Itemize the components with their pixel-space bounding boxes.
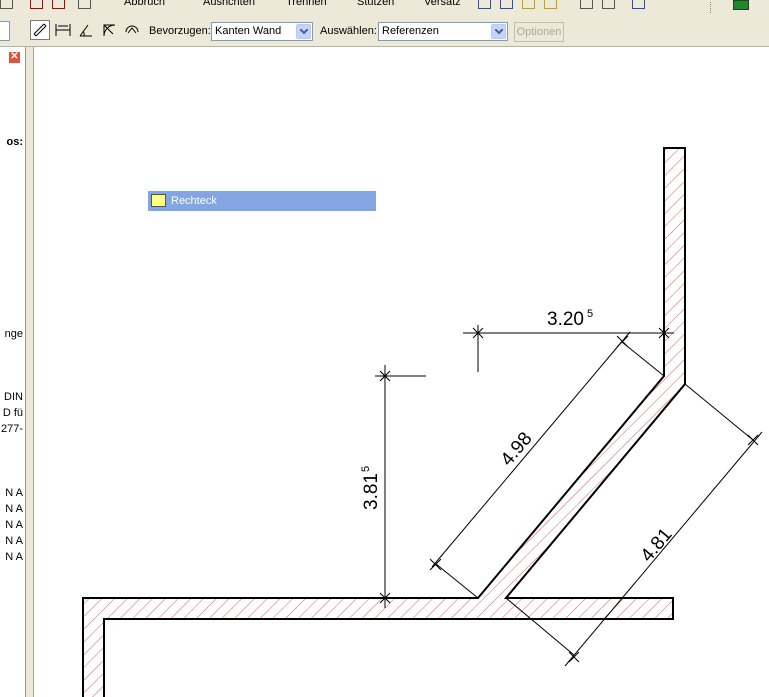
panel-text: nge [4,328,23,340]
wall-hatch [83,148,685,697]
toolbar-icon[interactable] [478,0,491,9]
radial-dimension-icon [103,24,116,37]
toolbar-icon[interactable] [500,0,513,9]
offset-button[interactable]: Versatz [424,0,461,8]
left-edge-field[interactable] [0,21,10,41]
toolbar-icon[interactable] [522,0,535,9]
panel-splitter[interactable] [26,47,34,697]
radial-dimension-button[interactable] [99,20,119,40]
toolbar-icon[interactable] [544,0,557,9]
split-button[interactable]: Trennen [286,0,327,8]
toolbar-icon[interactable] [632,0,645,9]
toolbar-icon[interactable] [52,0,65,9]
dimension-diagonal-inner[interactable] [429,331,665,599]
panel-text: N A [5,519,23,531]
panel-text: N A [5,535,23,547]
panel-text: N A [5,503,23,515]
cancel-button[interactable]: Abbruch [124,0,165,8]
linear-dimension-icon [55,24,71,36]
dimension-diagonal-outer-label: 4.81 [637,524,677,566]
prefer-label: Bevorzugen: [149,25,211,37]
panel-text: D fü [2,407,23,419]
select-dropdown[interactable]: Referenzen [378,22,508,41]
dimension-top[interactable] [463,325,674,372]
dimension-top-sup: 5 [587,308,593,320]
dimension-left-label: 3.81 [361,473,382,510]
angular-dimension-icon [79,24,92,37]
toolbar-icon[interactable] [602,0,615,9]
dimension-left-sup: 5 [360,466,372,472]
dimension-top-label: 3.20 [547,309,584,330]
arc-length-icon [125,25,139,34]
prefer-dropdown-value: Kanten Wand [215,25,282,37]
dimension-left[interactable] [375,365,426,608]
dimension-toolbar: Bevorzugen: Kanten Wand Auswählen: Refer… [0,17,769,47]
select-label: Auswählen: [320,25,377,37]
options-button[interactable]: Optionen [514,22,564,42]
tooltip-text: Rechteck [171,195,217,207]
toolbar-icon[interactable] [78,0,91,9]
close-icon[interactable]: ✕ [8,51,21,64]
drawing-canvas[interactable]: 3.20 5 3.81 5 4.98 4.81 [34,47,769,697]
panel-text: DIN [4,391,23,403]
trim-button[interactable]: Stutzen [357,0,394,8]
toolbar-icon[interactable] [580,0,593,9]
properties-panel: os: nge DIN D fü 277- N A N A N A N A N … [0,47,26,697]
linear-dimension-button[interactable] [53,20,73,40]
color-icon[interactable] [733,0,749,10]
toolbar-icon[interactable] [0,0,13,9]
rectangle-icon [151,194,166,207]
chevron-down-icon[interactable] [296,24,311,39]
toolbar-icon[interactable] [30,0,43,9]
chevron-down-icon[interactable] [491,24,506,39]
panel-text: N A [5,487,23,499]
arc-length-button[interactable] [122,20,142,40]
aligned-dimension-button[interactable] [30,20,50,40]
align-button[interactable]: Ausrichten [203,0,255,8]
prefer-dropdown[interactable]: Kanten Wand [211,22,313,41]
angular-dimension-button[interactable] [76,20,96,40]
drawing-svg: 3.20 5 3.81 5 4.98 4.81 [82,147,763,697]
top-toolbar: Abbruch Ausrichten Trennen Stutzen Versa… [0,0,769,18]
panel-text: 277- [0,423,23,435]
wall-element[interactable] [82,147,686,697]
panel-text: os: [6,136,24,148]
panel-text: N A [5,551,23,563]
select-dropdown-value: Referenzen [382,25,439,37]
aligned-dimension-icon [33,23,47,37]
